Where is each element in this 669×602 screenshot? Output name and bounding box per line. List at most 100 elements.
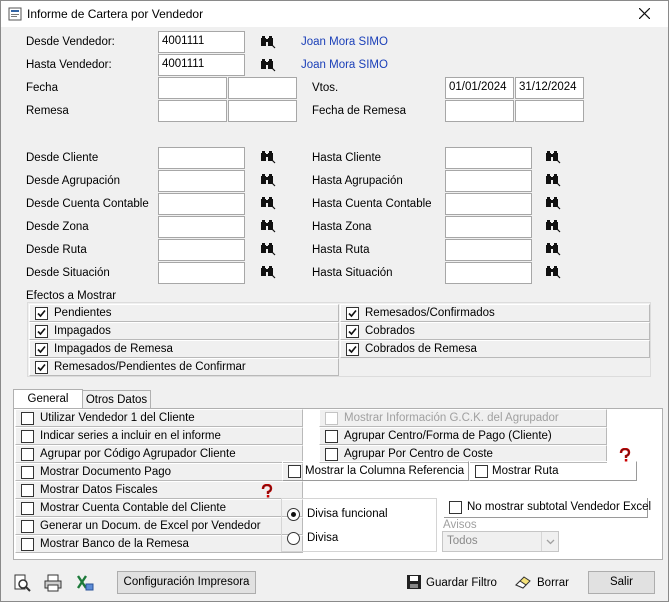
- efecto-impagados-row[interactable]: Impagados: [29, 322, 339, 340]
- efecto-remesados-pendientes-de-confirmar-row[interactable]: Remesados/Pendientes de Confirmar: [29, 358, 339, 376]
- vtos-desde-input[interactable]: 01/01/2024: [445, 77, 514, 99]
- binoculars-icon[interactable]: [260, 265, 276, 279]
- opcion-mostrar-datos-fiscales-checkbox[interactable]: [21, 484, 34, 497]
- divisa-funcional-radio[interactable]: [287, 508, 300, 521]
- columna-referencia-row[interactable]: Mostrar la Columna Referencia: [282, 461, 469, 481]
- binoculars-icon[interactable]: [545, 265, 561, 279]
- efecto-remesados-pendientes-de-confirmar-checkbox[interactable]: [35, 361, 48, 374]
- guardar-filtro-button[interactable]: Guardar Filtro: [426, 577, 497, 589]
- chevron-down-icon[interactable]: [541, 532, 558, 551]
- binoculars-icon[interactable]: [260, 219, 276, 233]
- hasta-situacion-input[interactable]: [445, 262, 532, 284]
- opcion-generar-un-docum-de-excel-por-vendedor-row[interactable]: Generar un Docum. de Excel por Vendedor: [15, 517, 303, 535]
- opcion-indicar-series-a-incluir-en-el-informe-checkbox[interactable]: [21, 430, 34, 443]
- opcion-agrupar-por-codigo-agrupador-cliente-row[interactable]: Agrupar por Código Agrupador Cliente: [15, 445, 303, 463]
- hasta-agrupacion-input[interactable]: [445, 170, 532, 192]
- fecha-remesa-hasta-input[interactable]: [515, 100, 584, 122]
- opcion-utilizar-vendedor-1-del-cliente-row[interactable]: Utilizar Vendedor 1 del Cliente: [15, 409, 303, 427]
- fecha-hasta-input[interactable]: [228, 77, 297, 99]
- remesa-hasta-input[interactable]: [228, 100, 297, 122]
- vtos-hasta-input[interactable]: 31/12/2024: [515, 77, 584, 99]
- opcion-mostrar-banco-de-la-remesa-row[interactable]: Mostrar Banco de la Remesa: [15, 535, 303, 553]
- opcion-mostrar-documento-pago-checkbox[interactable]: [21, 466, 34, 479]
- mostrar-ruta-row[interactable]: Mostrar Ruta: [469, 461, 637, 481]
- desde-situacion-input[interactable]: [158, 262, 245, 284]
- help-icon[interactable]: [260, 483, 274, 498]
- binoculars-icon[interactable]: [260, 150, 276, 164]
- mostrar-ruta-label: Mostrar Ruta: [492, 465, 559, 477]
- fecha-desde-input[interactable]: [158, 77, 227, 99]
- close-button[interactable]: [622, 1, 668, 27]
- opcion-agrupar-centro-forma-de-pago-cliente--row[interactable]: Agrupar Centro/Forma de Pago (Cliente): [319, 427, 607, 445]
- tab-general[interactable]: General: [13, 389, 83, 409]
- desde-agrupacion-input[interactable]: [158, 170, 245, 192]
- opcion-utilizar-vendedor-1-del-cliente-checkbox[interactable]: [21, 412, 34, 425]
- hasta-ruta-input[interactable]: [445, 239, 532, 261]
- desde-cuenta-contable-input[interactable]: [158, 193, 245, 215]
- mostrar-ruta-checkbox[interactable]: [475, 465, 488, 478]
- opcion-indicar-series-a-incluir-en-el-informe-row[interactable]: Indicar series a incluir en el informe: [15, 427, 303, 445]
- opcion-mostrar-cuenta-contable-del-cliente-row[interactable]: Mostrar Cuenta Contable del Cliente: [15, 499, 303, 517]
- desde-ruta-input[interactable]: [158, 239, 245, 261]
- efecto-pendientes-checkbox[interactable]: [35, 307, 48, 320]
- avisos-select[interactable]: Todos: [442, 531, 559, 552]
- opcion-agrupar-por-codigo-agrupador-cliente-checkbox[interactable]: [21, 448, 34, 461]
- binoculars-icon[interactable]: [545, 150, 561, 164]
- opcion-mostrar-banco-de-la-remesa-checkbox[interactable]: [21, 538, 34, 551]
- borrar-button[interactable]: Borrar: [537, 577, 569, 589]
- desde-zona-input[interactable]: [158, 216, 245, 238]
- hasta-cliente-input[interactable]: [445, 147, 532, 169]
- opcion-mostrar-datos-fiscales-label: Mostrar Datos Fiscales: [40, 484, 158, 496]
- binoculars-icon[interactable]: [545, 173, 561, 187]
- binoculars-icon[interactable]: [260, 35, 276, 49]
- binoculars-icon[interactable]: [260, 173, 276, 187]
- opcion-indicar-series-a-incluir-en-el-informe-label: Indicar series a incluir en el informe: [40, 430, 221, 442]
- hasta-cuenta-contable-input[interactable]: [445, 193, 532, 215]
- printer-icon[interactable]: [44, 574, 62, 592]
- desde-vendedor-input[interactable]: 4001111: [158, 31, 245, 53]
- binoculars-icon[interactable]: [260, 242, 276, 256]
- help-icon[interactable]: [618, 447, 632, 462]
- opcion-generar-un-docum-de-excel-por-vendedor-checkbox[interactable]: [21, 520, 34, 533]
- efecto-cobrados-checkbox[interactable]: [346, 325, 359, 338]
- save-icon[interactable]: [406, 574, 424, 592]
- efecto-cobrados-row[interactable]: Cobrados: [340, 322, 650, 340]
- binoculars-icon[interactable]: [260, 58, 276, 72]
- no-mostrar-subtotal-row[interactable]: No mostrar subtotal Vendedor Excel: [444, 498, 651, 518]
- binoculars-icon[interactable]: [545, 196, 561, 210]
- efecto-pendientes-row[interactable]: Pendientes: [29, 304, 339, 322]
- eraser-icon[interactable]: [515, 574, 533, 592]
- binoculars-icon[interactable]: [260, 196, 276, 210]
- binoculars-icon[interactable]: [545, 242, 561, 256]
- efecto-impagados-checkbox[interactable]: [35, 325, 48, 338]
- no-mostrar-subtotal-checkbox[interactable]: [449, 501, 462, 514]
- efecto-impagados-de-remesa-row[interactable]: Impagados de Remesa: [29, 340, 339, 358]
- divisa-radio[interactable]: [287, 532, 300, 545]
- efecto-cobrados-de-remesa-row[interactable]: Cobrados de Remesa: [340, 340, 650, 358]
- hasta-zona-input[interactable]: [445, 216, 532, 238]
- salir-button[interactable]: Salir: [588, 571, 655, 594]
- opcion-mostrar-informacion-g-c-k-del-agrupador-row[interactable]: Mostrar Información G.C.K. del Agrupador: [319, 409, 607, 427]
- efecto-impagados-de-remesa-checkbox[interactable]: [35, 343, 48, 356]
- opcion-mostrar-cuenta-contable-del-cliente-checkbox[interactable]: [21, 502, 34, 515]
- desde-cliente-input[interactable]: [158, 147, 245, 169]
- opcion-agrupar-centro-forma-de-pago-cliente--checkbox[interactable]: [325, 430, 338, 443]
- opcion-agrupar-por-centro-de-coste-checkbox[interactable]: [325, 448, 338, 461]
- binoculars-icon[interactable]: [545, 219, 561, 233]
- efecto-remesados-confirmados-row[interactable]: Remesados/Confirmados: [340, 304, 650, 322]
- desde-zona-label: Desde Zona: [26, 221, 89, 233]
- excel-icon[interactable]: [76, 574, 94, 592]
- configuracion-impresora-button[interactable]: Configuración Impresora: [117, 571, 256, 594]
- efecto-remesados-confirmados-checkbox[interactable]: [346, 307, 359, 320]
- opcion-mostrar-informacion-g-c-k-del-agrupador-checkbox[interactable]: [325, 412, 338, 425]
- columna-referencia-checkbox[interactable]: [288, 465, 301, 478]
- tab-otros-datos[interactable]: Otros Datos: [83, 390, 151, 410]
- fecha-remesa-desde-input[interactable]: [445, 100, 514, 122]
- divisa-group: Divisa funcional Divisa: [281, 498, 437, 552]
- hasta-vendedor-input[interactable]: 4001111: [158, 54, 245, 76]
- print-preview-icon[interactable]: [13, 574, 31, 592]
- remesa-desde-input[interactable]: [158, 100, 227, 122]
- opcion-mostrar-documento-pago-row[interactable]: Mostrar Documento Pago: [15, 463, 303, 481]
- efecto-cobrados-de-remesa-checkbox[interactable]: [346, 343, 359, 356]
- avisos-label: Avisos: [443, 519, 477, 531]
